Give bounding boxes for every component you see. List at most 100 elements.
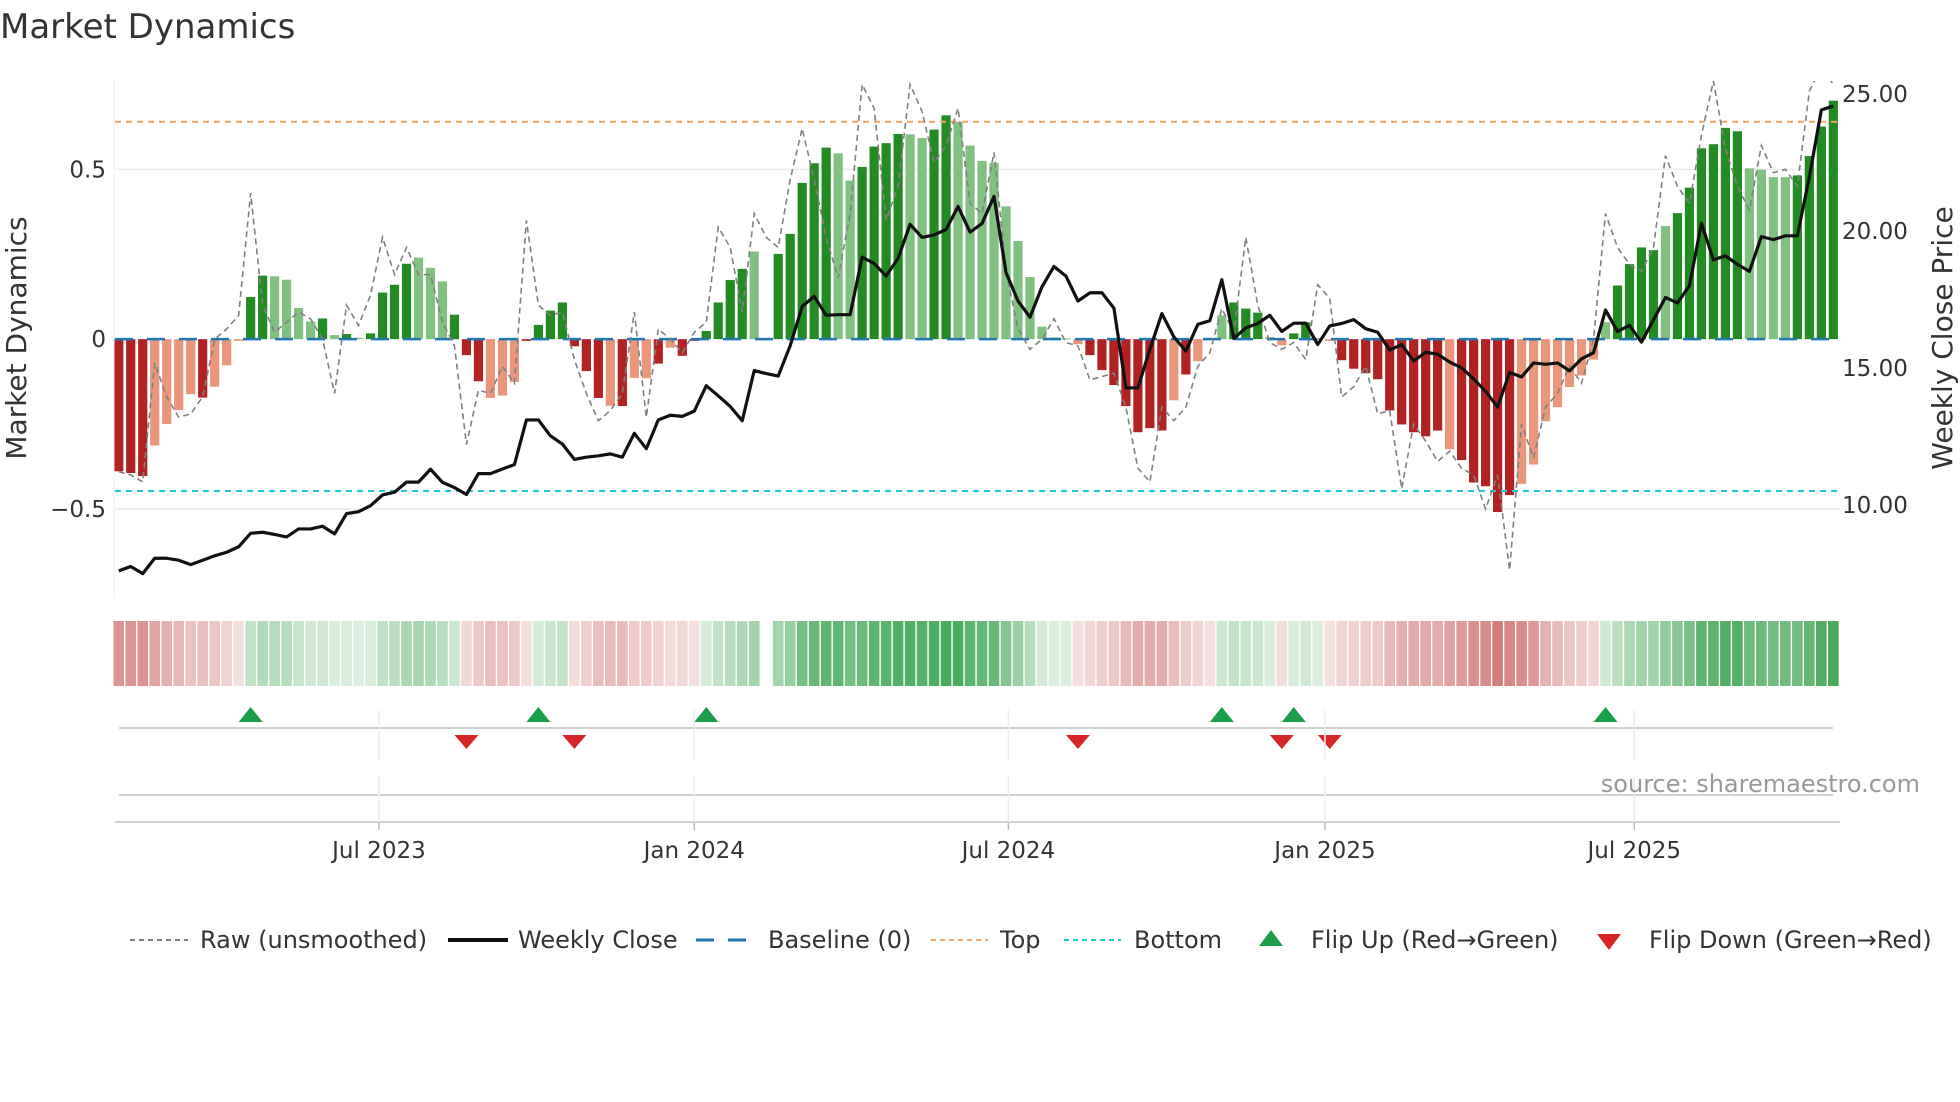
flip-down-marker — [1269, 735, 1294, 749]
dynamics-bar — [1732, 131, 1742, 340]
flip-down-marker — [1317, 735, 1342, 749]
strip-cell — [269, 621, 280, 686]
dynamics-bar — [509, 339, 520, 382]
market-dynamics-chart: Market Dynamics 0.5 0 −0.5 25.00 20.00 15.00 1… — [0, 7, 1959, 954]
strip-cell — [185, 621, 196, 686]
dynamics-bar — [282, 279, 292, 340]
dynamics-bar — [1672, 213, 1683, 340]
strip-cell — [401, 621, 412, 686]
dynamics-bar — [1373, 339, 1383, 380]
dynamics-bar — [641, 339, 651, 379]
dynamics-bar — [1085, 339, 1095, 356]
strip-cell — [820, 621, 832, 686]
legend-label: Top — [999, 926, 1041, 954]
strip-cell — [1444, 621, 1455, 686]
dynamics-bar — [1768, 177, 1778, 340]
dynamics-bar — [246, 297, 256, 340]
dynamics-bar — [1469, 339, 1479, 483]
strip-cell — [1300, 621, 1312, 686]
strip-cell — [317, 621, 328, 686]
series-lines — [118, 81, 1834, 576]
strip-cell — [437, 621, 448, 686]
strip-cell — [497, 621, 508, 686]
strip-cell — [1456, 621, 1467, 686]
strip-cell — [293, 621, 304, 686]
chart-title: Market Dynamics — [0, 7, 295, 47]
strip-cell — [1516, 621, 1527, 686]
dynamics-bar — [329, 335, 340, 340]
strip-cell — [593, 621, 604, 686]
strip-cell — [808, 621, 820, 686]
strip-cell — [557, 621, 568, 686]
dynamics-bar — [1289, 333, 1299, 340]
strip-cell — [305, 621, 316, 686]
dynamics-bar — [389, 284, 400, 340]
strip-cell — [904, 621, 916, 686]
strip-cell — [952, 621, 964, 686]
strip-cell — [485, 621, 496, 686]
dynamics-bar — [521, 339, 532, 341]
strip-cell — [197, 621, 208, 686]
dynamics-bar — [1816, 126, 1826, 340]
strip-cell — [784, 621, 796, 686]
legend-item-bottom: Bottom — [1064, 926, 1222, 954]
strip-cell — [1804, 621, 1815, 686]
dynamics-bar — [174, 339, 184, 411]
strip-cell — [1276, 621, 1288, 686]
strip-cell — [1756, 621, 1767, 686]
strip-cell — [1228, 621, 1240, 686]
strip-cell — [1636, 621, 1647, 686]
flip-up-marker — [694, 707, 719, 722]
dynamics-bar — [401, 263, 412, 340]
dynamics-bar — [377, 292, 388, 340]
strip-cell — [1780, 621, 1791, 686]
strip-cell — [233, 621, 244, 686]
strip-cell — [796, 621, 808, 686]
strip-cell — [1312, 621, 1324, 686]
y-tick-label: 0 — [91, 327, 106, 353]
y-axis-title: Market Dynamics — [0, 216, 33, 459]
legend-label: Baseline (0) — [768, 926, 911, 954]
dynamics-bar — [1241, 308, 1251, 340]
dynamics-bar — [1504, 339, 1515, 496]
dynamics-bar — [317, 318, 328, 340]
strip-cell — [1480, 621, 1491, 686]
dynamics-bar — [1349, 339, 1359, 369]
strip-cell — [1180, 621, 1192, 686]
strip-cell — [1072, 621, 1084, 686]
strip-cell — [700, 621, 712, 686]
dynamics-bar — [713, 302, 723, 340]
strip-cell — [1528, 621, 1539, 686]
dynamics-bar — [989, 162, 999, 340]
strip-cell — [868, 621, 880, 686]
flip-up-marker — [1209, 707, 1234, 722]
y-tick-label: −0.5 — [50, 497, 106, 523]
strip-cell — [149, 621, 161, 686]
raw-line — [118, 81, 1834, 571]
dynamics-bar — [953, 122, 963, 340]
strip-cell — [1060, 621, 1072, 686]
strip-cell — [1324, 621, 1336, 686]
strip-cell — [377, 621, 388, 686]
strip-cell — [1432, 621, 1443, 686]
flip-up-marker — [1281, 707, 1306, 722]
legend-item-close: Weekly Close — [448, 926, 678, 954]
legend-item-baseline: Baseline (0) — [696, 926, 911, 954]
strip-cell — [1816, 621, 1827, 686]
strip-cell — [988, 621, 1000, 686]
strip-cell — [1192, 621, 1204, 686]
strip-cell — [1084, 621, 1096, 686]
dynamics-bar — [1409, 339, 1419, 433]
strip-cell — [1492, 621, 1503, 686]
x-tick-label: Jul 2024 — [960, 838, 1056, 864]
x-tick-label: Jul 2023 — [330, 838, 426, 864]
strip-cell — [245, 621, 256, 686]
x-tick-label: Jan 2025 — [1272, 838, 1375, 864]
legend-flip-down-swatch — [1597, 934, 1621, 950]
dynamics-bar — [1109, 339, 1119, 386]
strip-cell — [617, 621, 628, 686]
flip-up-marker — [238, 707, 263, 722]
dynamics-bar — [1337, 339, 1347, 361]
strip-cell — [1576, 621, 1587, 686]
strip-cell — [1132, 621, 1144, 686]
